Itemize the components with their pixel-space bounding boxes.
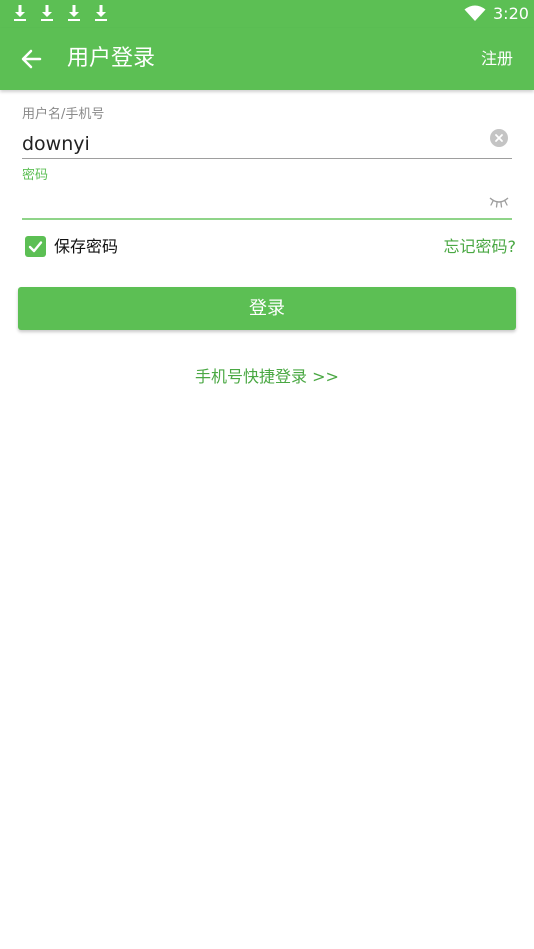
save-password-checkbox[interactable] [25, 236, 46, 257]
download-icon [41, 5, 53, 21]
password-field[interactable] [22, 190, 482, 216]
password-underline [22, 218, 512, 220]
app-bar: 用户登录 注册 [0, 28, 534, 90]
register-button[interactable]: 注册 [481, 47, 513, 71]
status-bar: 3:20 [0, 0, 534, 28]
status-time: 3:20 [493, 4, 529, 23]
username-label: 用户名/手机号 [22, 107, 105, 122]
save-password-label: 保存密码 [54, 237, 119, 256]
quick-login-link[interactable]: 手机号快捷登录 >> [0, 366, 534, 388]
check-icon [28, 241, 43, 253]
username-underline [22, 158, 512, 159]
login-button[interactable]: 登录 [18, 287, 516, 330]
forgot-password-link[interactable]: 忘记密码? [444, 236, 517, 257]
arrow-left-icon[interactable] [20, 48, 42, 70]
eye-closed-icon[interactable] [488, 195, 510, 209]
username-field[interactable] [22, 130, 482, 158]
download-icon [68, 5, 80, 21]
page-title: 用户登录 [67, 46, 156, 71]
download-icon [14, 5, 26, 21]
wifi-icon [464, 5, 486, 21]
clear-circle-icon[interactable] [490, 129, 508, 147]
password-label: 密码 [22, 168, 49, 183]
download-icon [95, 5, 107, 21]
